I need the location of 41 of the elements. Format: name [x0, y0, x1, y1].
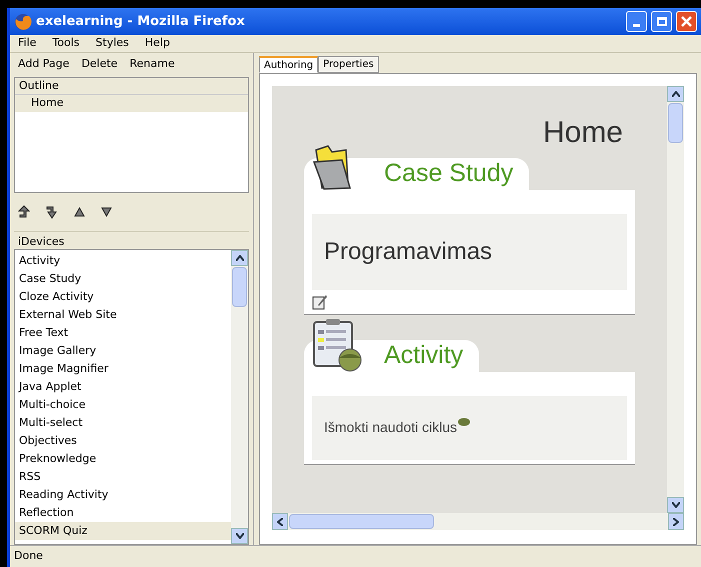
minimize-button[interactable]: [626, 11, 647, 32]
close-icon: [681, 16, 692, 27]
outline-item[interactable]: Home: [15, 95, 248, 112]
scroll-right-icon[interactable]: [673, 518, 679, 526]
activity-text: Išmokti naudoti ciklus: [324, 419, 458, 435]
page-title: Home: [542, 118, 623, 148]
edit-icon[interactable]: [312, 294, 328, 310]
menu-item[interactable]: Help: [144, 35, 170, 52]
menu-item[interactable]: Styles: [96, 35, 129, 52]
status-bar: Done: [10, 545, 701, 567]
clipboard-icon: [312, 318, 364, 372]
menu-item[interactable]: Tools: [52, 35, 80, 52]
move-down-icon[interactable]: [101, 207, 112, 217]
horizontal-scrollbar[interactable]: [272, 513, 684, 530]
scroll-left-icon[interactable]: [277, 518, 283, 526]
scroll-thumb[interactable]: [289, 514, 434, 529]
outline-header: Outline: [15, 78, 248, 95]
toolbar-button[interactable]: Rename: [130, 56, 175, 72]
scroll-thumb[interactable]: [232, 267, 247, 307]
vertical-scrollbar[interactable]: [667, 86, 684, 513]
scroll-down-icon[interactable]: [236, 533, 244, 539]
menu-item[interactable]: File: [18, 35, 36, 52]
scroll-thumb[interactable]: [668, 103, 683, 143]
idevice-item[interactable]: SCORM Quiz: [15, 522, 231, 540]
tab[interactable]: Properties: [318, 56, 379, 73]
toolbar-button[interactable]: Add Page: [18, 56, 70, 72]
scroll-up-icon[interactable]: [236, 255, 244, 261]
tab[interactable]: Authoring: [259, 56, 318, 73]
vertical-scrollbar[interactable]: [231, 250, 248, 544]
toolbar-button[interactable]: Delete: [81, 56, 118, 72]
window-title: exelearning - Mozilla Firefox: [36, 12, 245, 31]
content-heading: Programavimas: [324, 238, 492, 265]
scroll-up-icon[interactable]: [672, 91, 680, 97]
maximize-button[interactable]: [651, 11, 672, 32]
idevice-title: Case Study: [384, 161, 514, 186]
close-button[interactable]: [676, 11, 697, 32]
demote-icon[interactable]: [46, 205, 58, 219]
idevice-title: Activity: [384, 343, 464, 368]
promote-icon[interactable]: [18, 205, 30, 219]
move-up-icon[interactable]: [74, 207, 85, 217]
scroll-down-icon[interactable]: [672, 502, 680, 508]
